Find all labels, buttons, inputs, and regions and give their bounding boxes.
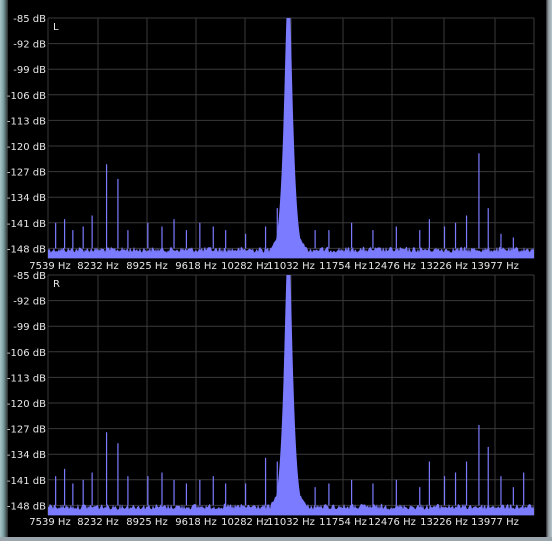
y-tick-label: -127 dB: [7, 425, 46, 436]
spectrum-window: -85 dB -92 dB -99 dB -106 dB -113 dB -120 dB -…: [0, 0, 552, 541]
x-tick-label: 11754 Hz: [319, 517, 367, 528]
channel-label: L: [53, 22, 59, 33]
y-tick-label: -92 dB: [13, 297, 46, 308]
y-tick-label: -99 dB: [13, 322, 46, 333]
x-tick-label: 12476 Hz: [368, 261, 416, 272]
x-tick-label: 10282 Hz: [221, 261, 269, 272]
y-tick-label: -106 dB: [7, 91, 46, 102]
x-tick-label: 7539 Hz: [29, 517, 70, 528]
x-tick-label: 8925 Hz: [126, 517, 167, 528]
y-tick-label: -85 dB: [13, 271, 46, 282]
channel-panel-L: -85 dB -92 dB -99 dB -106 dB -113 dB -120 dB -…: [7, 14, 535, 272]
y-tick-label: -113 dB: [7, 373, 46, 384]
x-tick-label: 8232 Hz: [77, 261, 118, 272]
y-tick-label: -99 dB: [13, 65, 46, 76]
peak-11032-hz: [274, 18, 303, 247]
x-tick-label: 11032 Hz: [267, 261, 315, 272]
channel-panel-R: -85 dB -92 dB -99 dB -106 dB -113 dB -120 dB -…: [7, 271, 535, 528]
y-tick-label: -127 dB: [7, 168, 46, 179]
y-tick-label: -141 dB: [7, 476, 46, 487]
channel-label: R: [53, 279, 60, 290]
x-tick-label: 8232 Hz: [77, 517, 118, 528]
x-tick-label: 13226 Hz: [420, 517, 468, 528]
y-tick-label: -113 dB: [7, 116, 46, 127]
y-tick-label: -85 dB: [13, 14, 46, 25]
x-tick-label: 13977 Hz: [471, 517, 519, 528]
y-tick-label: -148 dB: [7, 244, 46, 255]
x-tick-label: 11032 Hz: [267, 517, 315, 528]
y-tick-label: -148 dB: [7, 501, 46, 512]
x-tick-label: 8925 Hz: [126, 261, 167, 272]
y-tick-label: -106 dB: [7, 348, 46, 359]
x-tick-label: 9618 Hz: [175, 261, 216, 272]
x-tick-label: 10282 Hz: [221, 517, 269, 528]
peak-11032-hz: [274, 275, 303, 504]
y-tick-label: -134 dB: [7, 450, 46, 461]
x-tick-label: 13226 Hz: [420, 261, 468, 272]
x-tick-label: 12476 Hz: [368, 517, 416, 528]
y-tick-label: -92 dB: [13, 40, 46, 51]
x-tick-label: 9618 Hz: [175, 517, 216, 528]
y-tick-label: -120 dB: [7, 142, 46, 153]
y-tick-label: -134 dB: [7, 193, 46, 204]
x-tick-label: 11754 Hz: [319, 261, 367, 272]
spectrum-plot: -85 dB -92 dB -99 dB -106 dB -113 dB -120 dB -…: [7, 14, 535, 528]
y-tick-label: -141 dB: [7, 219, 46, 230]
x-tick-label: 13977 Hz: [471, 261, 519, 272]
y-tick-label: -120 dB: [7, 399, 46, 410]
